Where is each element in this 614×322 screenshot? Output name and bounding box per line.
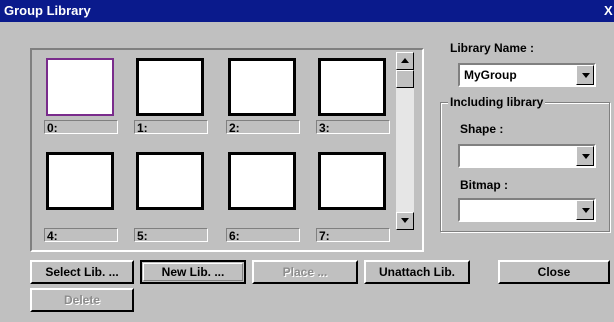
place-button[interactable]: Place ... [252, 260, 358, 284]
scroll-up-button[interactable] [396, 52, 414, 70]
window-title: Group Library [4, 3, 91, 18]
library-name-label: Library Name : [450, 41, 535, 55]
group-cell-7[interactable]: 7: [314, 148, 392, 243]
vertical-scrollbar[interactable] [396, 52, 414, 230]
shape-label: Shape : [460, 122, 504, 136]
scroll-thumb[interactable] [396, 70, 414, 88]
group-cell-label: 1: [134, 120, 208, 135]
bitmap-label: Bitmap : [460, 178, 508, 192]
chevron-down-icon [582, 73, 590, 78]
group-cell-1[interactable]: 1: [132, 54, 210, 135]
group-cell-label: 7: [316, 228, 390, 243]
group-cell-label: 2: [226, 120, 300, 135]
group-cell-5[interactable]: 5: [132, 148, 210, 243]
group-cell-6[interactable]: 6: [224, 148, 302, 243]
library-name-dropdown-button[interactable] [576, 65, 594, 85]
group-cell-label: 4: [44, 228, 118, 243]
group-cell-2[interactable]: 2: [224, 54, 302, 135]
group-cell-label: 5: [134, 228, 208, 243]
group-thumbnail[interactable] [318, 58, 386, 116]
bitmap-dropdown-button[interactable] [576, 200, 594, 220]
library-name-combobox[interactable]: MyGroup [458, 63, 596, 87]
group-cell-3[interactable]: 3: [314, 54, 392, 135]
group-thumbnail[interactable] [136, 58, 204, 116]
shape-dropdown-button[interactable] [576, 146, 594, 166]
unattach-lib-button[interactable]: Unattach Lib. [364, 260, 470, 284]
delete-button[interactable]: Delete [30, 288, 134, 312]
group-thumbnail[interactable] [136, 152, 204, 210]
new-lib-button-label: New Lib. ... [161, 265, 225, 279]
group-thumbnail[interactable] [318, 152, 386, 210]
library-name-value: MyGroup [464, 68, 517, 82]
arrow-down-icon [401, 218, 409, 223]
including-library-label: Including library [448, 95, 546, 109]
group-cell-label: 6: [226, 228, 300, 243]
chevron-down-icon [582, 154, 590, 159]
shape-combobox[interactable] [458, 144, 596, 168]
group-thumbnail-grid: 0: 1: 2: 3: 4: 5: 6: 7: [30, 48, 424, 252]
group-thumbnail[interactable] [228, 58, 296, 116]
select-lib-button[interactable]: Select Lib. ... [30, 260, 134, 284]
group-thumbnail[interactable] [46, 152, 114, 210]
close-icon[interactable]: X [604, 3, 614, 19]
scroll-down-button[interactable] [396, 212, 414, 230]
group-library-window: Group Library X 0: 1: 2: 3: 4: 5: 6: 7: … [0, 0, 614, 322]
group-cell-label: 0: [44, 120, 118, 135]
close-button[interactable]: Close [498, 260, 610, 284]
chevron-down-icon [582, 208, 590, 213]
arrow-up-icon [401, 58, 409, 63]
group-thumbnail[interactable] [46, 58, 114, 116]
new-lib-button[interactable]: New Lib. ... [140, 260, 246, 284]
group-cell-label: 3: [316, 120, 390, 135]
group-thumbnail[interactable] [228, 152, 296, 210]
group-cell-4[interactable]: 4: [42, 148, 120, 243]
group-cell-0[interactable]: 0: [42, 54, 120, 135]
title-bar[interactable]: Group Library X [0, 0, 614, 22]
bitmap-combobox[interactable] [458, 198, 596, 222]
